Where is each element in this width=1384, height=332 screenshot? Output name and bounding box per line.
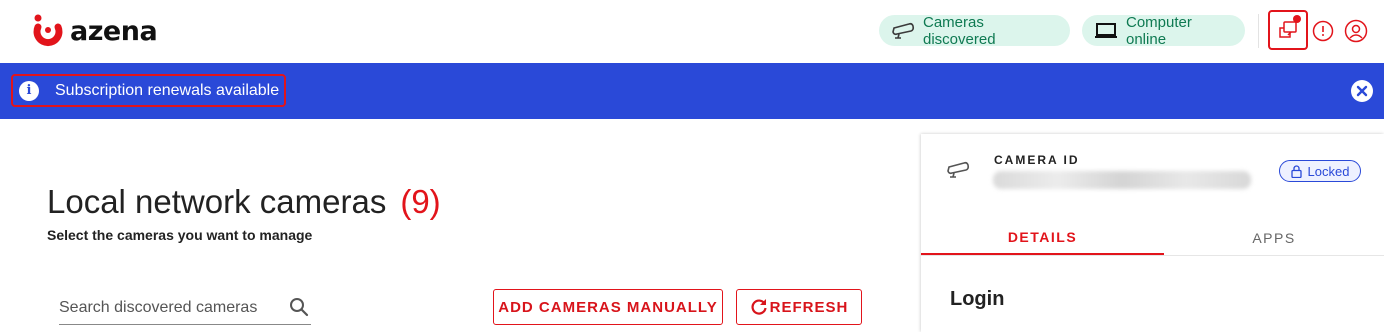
banner-message: Subscription renewals available (55, 81, 280, 99)
subscription-renewals-link[interactable]: i Subscription renewals available (11, 74, 286, 107)
notification-badge-dot (1293, 15, 1301, 23)
camera-id-label: CAMERA ID (994, 153, 1080, 167)
camera-details-panel: CAMERA ID Locked DETAILS APPS Login (921, 134, 1384, 332)
logo-text: azena (70, 15, 158, 47)
login-section-title: Login (950, 288, 1005, 310)
subscription-banner: i Subscription renewals available (0, 63, 1384, 119)
refresh-button[interactable]: REFRESH (736, 289, 862, 325)
page-title: Local network cameras (9) (47, 183, 441, 221)
computer-online-status[interactable]: Computer online (1082, 13, 1245, 48)
search-input[interactable] (59, 296, 279, 320)
page-subtitle: Select the cameras you want to manage (47, 227, 313, 243)
user-icon (1344, 19, 1368, 43)
azena-logo[interactable]: azena (30, 12, 158, 50)
user-account-button[interactable] (1338, 12, 1374, 50)
laptop-icon (1094, 22, 1118, 40)
add-cameras-manually-button[interactable]: ADD CAMERAS MANUALLY (493, 289, 723, 325)
close-icon (1356, 85, 1368, 97)
refresh-label: REFRESH (769, 298, 849, 316)
page-title-text: Local network cameras (47, 183, 387, 220)
info-circle-icon: i (19, 80, 39, 101)
search-icon[interactable] (289, 297, 309, 322)
refresh-icon (750, 298, 768, 316)
tab-apps[interactable]: APPS (1164, 221, 1384, 255)
azena-logo-mark (33, 14, 63, 47)
lock-icon (1290, 164, 1302, 178)
search-box (59, 292, 311, 325)
notifications-button[interactable] (1268, 10, 1308, 50)
tab-details[interactable]: DETAILS (921, 221, 1164, 255)
camera-id-value-blurred (993, 171, 1251, 189)
camera-icon (946, 160, 970, 185)
info-icon (1312, 20, 1334, 42)
tabs-divider (921, 255, 1384, 256)
computer-online-label: Computer online (1126, 13, 1192, 48)
cameras-discovered-status[interactable]: Cameras discovered (879, 13, 1070, 48)
top-header: azena Cameras discovered Computer online (0, 0, 1384, 63)
info-button[interactable] (1305, 12, 1341, 50)
locked-badge: Locked (1279, 160, 1361, 182)
cameras-discovered-label: Cameras discovered (923, 13, 996, 48)
notifications-icon (1278, 20, 1298, 40)
header-divider (1258, 14, 1259, 48)
banner-close-button[interactable] (1351, 80, 1373, 102)
camera-count: (9) (400, 183, 441, 220)
locked-label: Locked (1307, 163, 1350, 179)
camera-icon (891, 21, 915, 41)
